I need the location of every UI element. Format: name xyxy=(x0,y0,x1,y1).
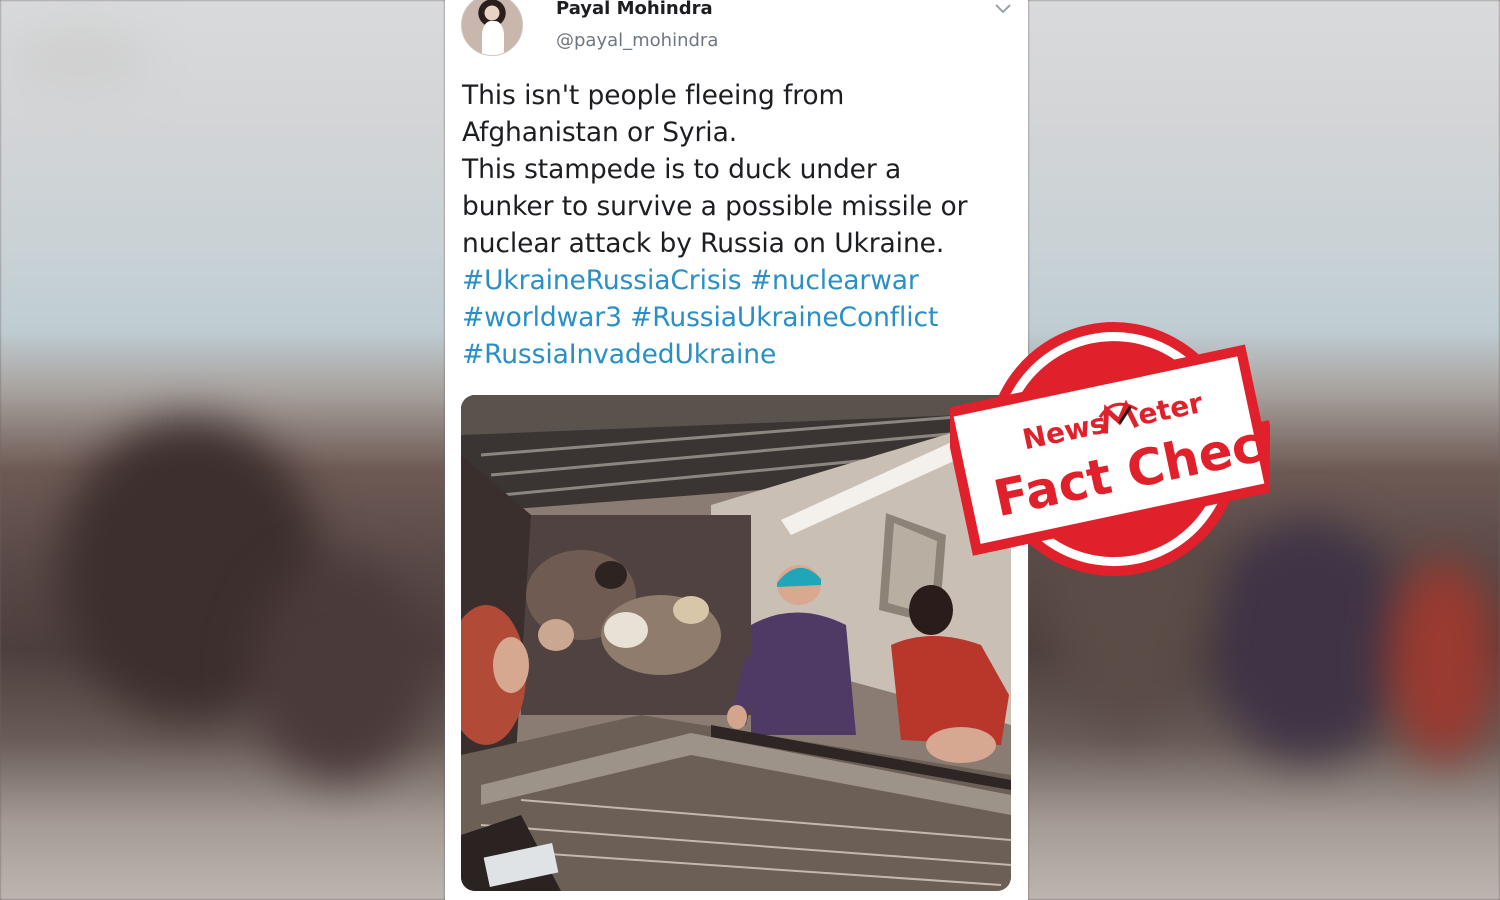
tweet-text-line: This stampede is to duck under a xyxy=(462,154,902,185)
tweet-text-line: Afghanistan or Syria. xyxy=(462,117,738,148)
tweet-text-line: nuclear attack by Russia on Ukraine. xyxy=(462,228,945,259)
hashtag-link[interactable]: #worldwar3 xyxy=(462,302,622,333)
avatar[interactable] xyxy=(461,0,523,56)
fact-check-stamp: News eter Fact Check xyxy=(941,320,1301,590)
author-name[interactable]: Payal Mohindra xyxy=(556,0,713,19)
author-handle[interactable]: @payal_mohindra xyxy=(556,30,718,51)
hashtag-link[interactable]: #RussiaUkraineConflict xyxy=(630,302,938,333)
tweet-text-line: bunker to survive a possible missile or xyxy=(462,191,968,222)
hashtag-link[interactable]: #UkraineRussiaCrisis xyxy=(462,265,742,296)
hashtag-link[interactable]: #RussiaInvadedUkraine xyxy=(462,339,776,370)
tweet-text-line: This isn't people fleeing from xyxy=(462,80,845,111)
tweet-card: Payal Mohindra @payal_mohindra This isn'… xyxy=(445,0,1028,900)
blurred-background-left xyxy=(0,0,445,900)
hashtag-link[interactable]: #nuclearwar xyxy=(750,265,919,296)
tweet-media-video[interactable] xyxy=(461,395,1011,891)
chevron-down-icon[interactable] xyxy=(993,2,1013,16)
tweet-text: This isn't people fleeing from Afghanist… xyxy=(462,77,1014,373)
